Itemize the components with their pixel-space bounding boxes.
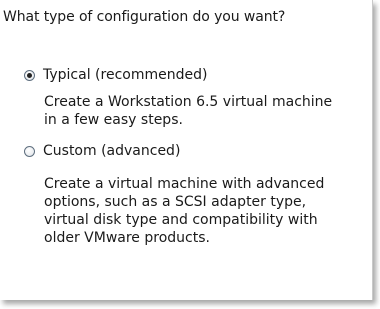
custom-radio-button[interactable] xyxy=(24,145,35,157)
configuration-type-panel: What type of configuration do you want? … xyxy=(0,0,373,300)
typical-description-line: in a few easy steps. xyxy=(44,112,183,128)
typical-radio-button[interactable] xyxy=(24,69,35,81)
radio-selected-dot xyxy=(27,72,32,78)
typical-description: Create a Workstation 6.5 virtual machine… xyxy=(44,93,374,129)
custom-description-line: options, such as a SCSI adapter type, xyxy=(44,194,307,210)
option-custom: Custom (advanced) Create a virtual machi… xyxy=(24,143,374,247)
option-typical: Typical (recommended) Create a Workstati… xyxy=(24,67,374,129)
custom-description-line: older VMware products. xyxy=(44,230,210,246)
custom-radio-row[interactable]: Custom (advanced) xyxy=(24,143,374,159)
custom-description-line: Create a virtual machine with advanced xyxy=(44,176,325,192)
custom-description: Create a virtual machine with advanced o… xyxy=(44,175,374,247)
typical-description-line: Create a Workstation 6.5 virtual machine xyxy=(44,94,333,110)
custom-radio-label[interactable]: Custom (advanced) xyxy=(43,143,180,159)
custom-description-line: virtual disk type and compatibility with xyxy=(44,212,318,228)
typical-radio-label[interactable]: Typical (recommended) xyxy=(43,67,207,83)
typical-radio-row[interactable]: Typical (recommended) xyxy=(24,67,374,83)
question-label: What type of configuration do you want? xyxy=(3,9,286,25)
